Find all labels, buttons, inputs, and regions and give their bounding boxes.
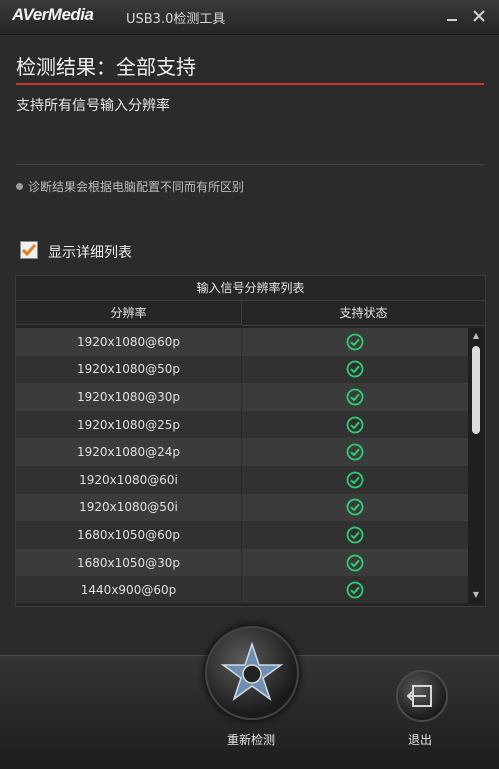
table-scrollbar[interactable]: ▲ ▼ <box>468 328 484 603</box>
rescan-label: 重新检测 <box>226 733 275 747</box>
diagnosis-note-text: 诊断结果会根据电脑配置不同而有所区别 <box>28 180 245 194</box>
result-title: 检测结果：全部支持 <box>16 55 196 79</box>
status-cell <box>242 328 468 356</box>
status-cell <box>242 356 468 384</box>
table-row: 1920x1080@60i <box>16 465 468 494</box>
resolution-table: 输入信号分辨率列表 分辨率 支持状态 1920x1080@60p 1920x108… <box>15 275 486 607</box>
table-row: 1920x1080@30p <box>16 383 468 411</box>
status-cell <box>242 521 468 549</box>
scroll-thumb[interactable] <box>472 346 480 434</box>
avermedia-logo: AVerMedia <box>12 5 94 24</box>
separator <box>16 164 484 165</box>
exit-label: 退出 <box>407 733 432 747</box>
check-circle-icon <box>346 443 364 461</box>
check-circle-icon <box>346 498 364 516</box>
status-cell <box>242 466 468 494</box>
resolution-cell: 1680x1050@30p <box>16 548 242 577</box>
resolution-cell: 1920x1080@24p <box>16 438 242 466</box>
scroll-up-icon[interactable]: ▲ <box>468 330 484 342</box>
resolution-cell: 1920x1080@50i <box>16 493 242 522</box>
rescan-icon <box>220 641 284 701</box>
check-circle-icon <box>346 526 364 544</box>
minimize-icon[interactable] <box>442 6 462 26</box>
check-circle-icon <box>346 471 364 489</box>
close-icon[interactable] <box>469 6 489 26</box>
status-cell <box>242 494 468 522</box>
bullet-icon <box>16 183 23 190</box>
check-circle-icon <box>346 388 364 406</box>
column-header-status: 支持状态 <box>242 301 485 326</box>
table-row: 1920x1080@60p <box>16 328 468 356</box>
resolution-cell: 1920x1080@60i <box>16 465 242 494</box>
diagnosis-note: 诊断结果会根据电脑配置不同而有所区别 <box>16 178 244 195</box>
table-rows: 1920x1080@60p 1920x1080@50p 1920x1080@30p 1… <box>16 328 468 603</box>
resolution-cell: 1440x900@60p <box>16 576 242 603</box>
table-row: 1440x900@60p <box>16 576 468 603</box>
check-circle-icon <box>346 581 364 599</box>
resolution-cell: 1920x1080@25p <box>16 410 242 439</box>
checkmark-icon <box>21 244 37 257</box>
column-header-resolution: 分辨率 <box>16 301 242 325</box>
main-panel: 检测结果：全部支持 支持所有信号输入分辨率 诊断结果会根据电脑配置不同而有所区别… <box>0 35 499 655</box>
table-row: 1680x1050@60p <box>16 521 468 549</box>
footer-bar: 重新检测 退出 <box>0 626 499 769</box>
status-cell <box>242 383 468 411</box>
show-detail-checkbox[interactable] <box>20 241 38 259</box>
table-row: 1920x1080@25p <box>16 410 468 439</box>
result-subtitle: 支持所有信号输入分辨率 <box>16 98 170 114</box>
table-row: 1680x1050@30p <box>16 548 468 577</box>
resolution-cell: 1920x1080@50p <box>16 355 242 384</box>
show-detail-label: 显示详细列表 <box>48 245 132 261</box>
table-caption: 输入信号分辨率列表 <box>16 276 485 301</box>
table-row: 1920x1080@50i <box>16 493 468 522</box>
exit-icon <box>406 685 432 707</box>
resolution-cell: 1920x1080@30p <box>16 383 242 411</box>
exit-button[interactable] <box>396 670 448 722</box>
check-circle-icon <box>346 333 364 351</box>
check-circle-icon <box>346 416 364 433</box>
check-circle-icon <box>346 360 364 378</box>
title-bar: AVerMedia USB3.0检测工具 <box>0 0 499 35</box>
resolution-cell: 1920x1080@60p <box>16 328 242 356</box>
result-divider <box>16 83 484 85</box>
window-title: USB3.0检测工具 <box>126 12 226 27</box>
status-cell <box>242 549 468 577</box>
resolution-cell: 1680x1050@60p <box>16 521 242 549</box>
rescan-button[interactable] <box>205 626 299 720</box>
status-cell <box>242 411 468 439</box>
status-cell <box>242 576 468 603</box>
scroll-down-icon[interactable]: ▼ <box>468 589 484 601</box>
check-circle-icon <box>346 554 364 571</box>
table-row: 1920x1080@50p <box>16 355 468 384</box>
table-row: 1920x1080@24p <box>16 438 468 466</box>
status-cell <box>242 438 468 466</box>
